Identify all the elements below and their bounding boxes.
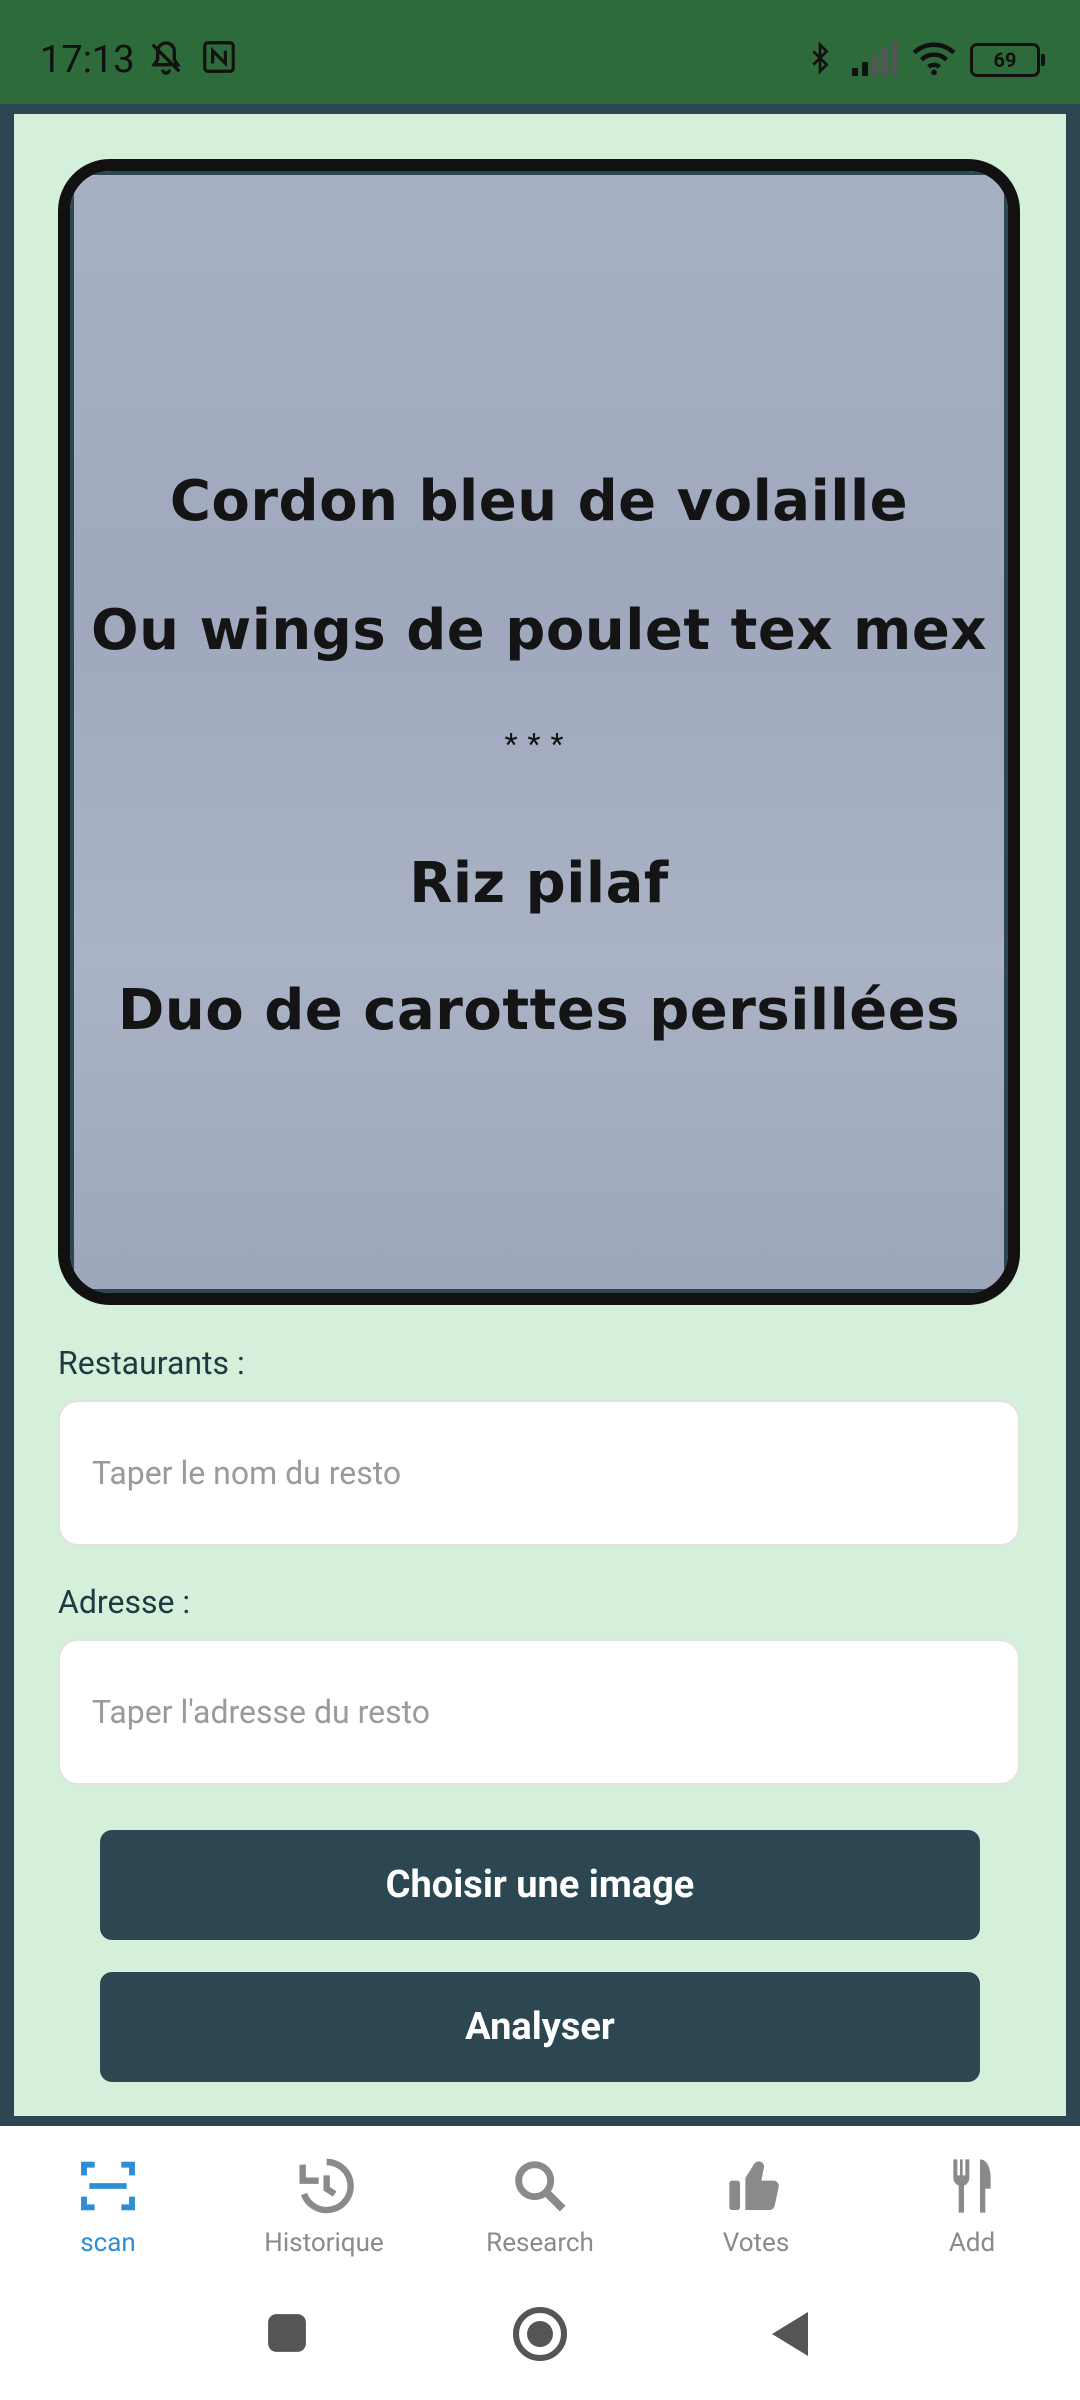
nav-label: Historique bbox=[264, 2228, 384, 2258]
home-button[interactable] bbox=[510, 2304, 570, 2368]
bottom-navigation: scan Historique Research Votes Add bbox=[0, 2126, 1080, 2278]
nav-item-votes[interactable]: Votes bbox=[648, 2126, 864, 2278]
menu-photo: Cordon bleu de volaille Ou wings de poul… bbox=[70, 171, 1008, 1293]
menu-image-preview: Cordon bleu de volaille Ou wings de poul… bbox=[58, 159, 1020, 1305]
nav-item-scan[interactable]: scan bbox=[0, 2126, 216, 2278]
analyze-button[interactable]: Analyser bbox=[100, 1972, 980, 2082]
choose-image-button[interactable]: Choisir une image bbox=[100, 1830, 980, 1940]
recents-button[interactable] bbox=[266, 2312, 308, 2358]
address-label: Adresse : bbox=[58, 1583, 191, 1621]
app-frame: Cordon bleu de volaille Ou wings de poul… bbox=[0, 104, 1080, 2126]
scan-screen: Cordon bleu de volaille Ou wings de poul… bbox=[14, 114, 1066, 2116]
restaurant-name-input[interactable] bbox=[58, 1400, 1020, 1546]
scan-icon bbox=[76, 2154, 140, 2222]
battery-icon: 69 bbox=[970, 43, 1045, 77]
battery-level: 69 bbox=[993, 48, 1017, 72]
nav-label: Research bbox=[486, 2228, 594, 2258]
system-navigation-bar bbox=[0, 2278, 1080, 2400]
back-button[interactable] bbox=[768, 2310, 812, 2362]
mute-icon bbox=[146, 38, 186, 82]
wifi-icon bbox=[912, 40, 956, 80]
thumbs-up-icon bbox=[724, 2154, 788, 2222]
status-time: 17:13 bbox=[40, 38, 135, 82]
nav-label: Votes bbox=[722, 2228, 790, 2258]
menu-line: Riz pilaf bbox=[409, 851, 669, 916]
nav-item-historique[interactable]: Historique bbox=[216, 2126, 432, 2278]
nav-label: Add bbox=[948, 2228, 996, 2258]
signal-icon bbox=[850, 40, 898, 80]
fork-knife-icon bbox=[940, 2154, 1004, 2222]
status-bar: 17:13 69 bbox=[0, 0, 1080, 104]
menu-line: Cordon bleu de volaille bbox=[169, 469, 909, 534]
history-icon bbox=[292, 2154, 356, 2222]
menu-line: Ou wings de poulet tex mex bbox=[91, 598, 987, 663]
nfc-icon bbox=[200, 38, 238, 82]
restaurant-label: Restaurants : bbox=[58, 1344, 245, 1382]
nav-item-add[interactable]: Add bbox=[864, 2126, 1080, 2278]
address-input[interactable] bbox=[58, 1639, 1020, 1785]
bluetooth-icon bbox=[804, 38, 836, 82]
search-icon bbox=[508, 2154, 572, 2222]
nav-label: scan bbox=[80, 2228, 136, 2258]
nav-item-research[interactable]: Research bbox=[432, 2126, 648, 2278]
menu-separator: *** bbox=[504, 727, 574, 762]
menu-line: Duo de carottes persillées bbox=[117, 978, 961, 1043]
